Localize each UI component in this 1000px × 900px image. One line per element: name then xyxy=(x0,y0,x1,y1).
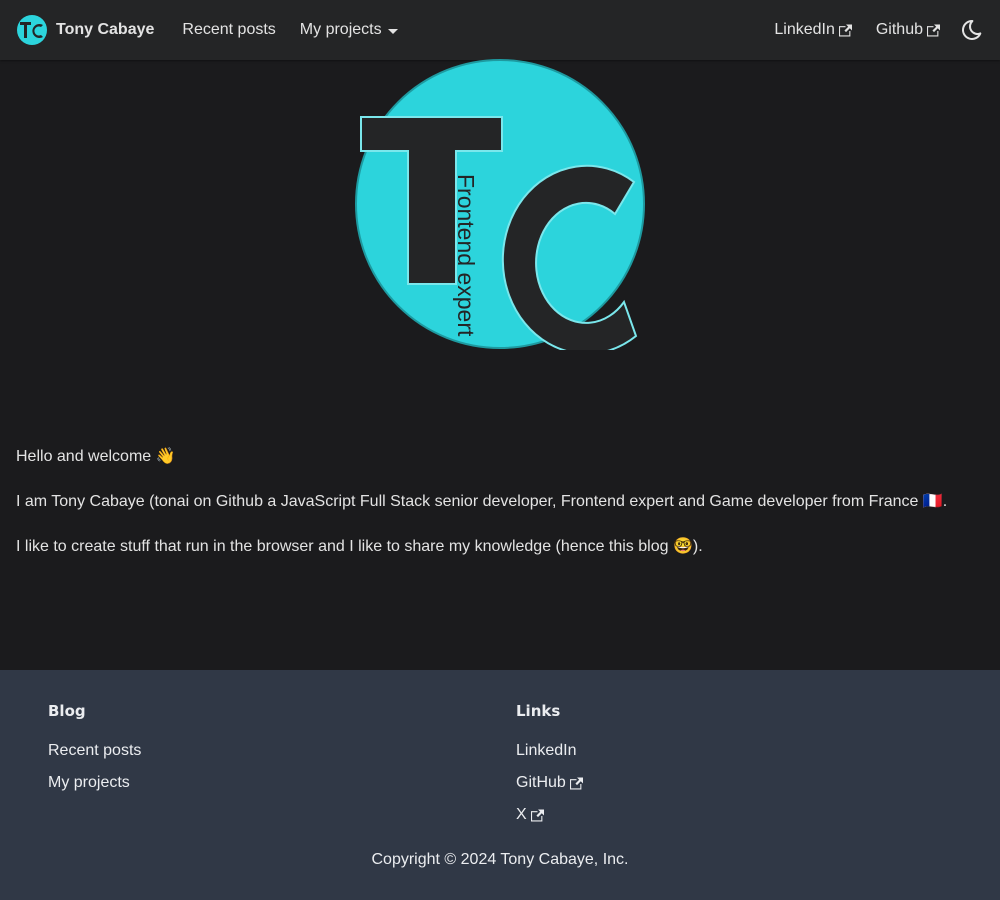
brand-link[interactable]: Tony Cabaye xyxy=(16,14,154,46)
nav-link-recent-posts[interactable]: Recent posts xyxy=(182,21,275,39)
about-paragraph: I like to create stuff that run in the b… xyxy=(16,538,703,555)
external-link-icon xyxy=(530,809,544,822)
navbar-right: LinkedIn Github xyxy=(768,18,984,42)
footer-link-label: LinkedIn xyxy=(516,742,577,759)
footer-title: Blog xyxy=(48,702,86,720)
footer-title: Links xyxy=(516,702,561,720)
caret-down-icon xyxy=(387,28,398,34)
nav-link-linkedin[interactable]: LinkedIn xyxy=(774,21,852,39)
welcome-paragraph: Hello and welcome 👋 xyxy=(16,448,176,465)
external-link-icon xyxy=(569,777,583,790)
footer-link-recent-posts[interactable]: Recent posts xyxy=(48,740,141,762)
footer-link-x[interactable]: X xyxy=(516,804,583,826)
hero-tc-logo: Frontend expert xyxy=(355,59,645,350)
logo-tagline: Frontend expert xyxy=(453,174,479,337)
footer-link-label: Recent posts xyxy=(48,742,142,759)
external-link-icon xyxy=(927,24,940,37)
footer-link-label: X xyxy=(516,806,527,823)
intro-paragraph: I am Tony Cabaye (tonai on Github a Java… xyxy=(16,493,948,510)
brand-title: Tony Cabaye xyxy=(56,21,155,38)
footer-column-links: Links LinkedIn GitHub X xyxy=(516,702,583,836)
external-link-icon xyxy=(838,24,852,37)
nav-dropdown-my-projects[interactable]: My projects xyxy=(300,21,398,39)
moon-icon[interactable] xyxy=(960,18,984,42)
footer-link-github[interactable]: GitHub xyxy=(516,772,583,794)
nav-link-label: Github xyxy=(875,21,923,38)
copyright: Copyright © 2024 Tony Cabaye, Inc. xyxy=(371,851,629,868)
nav-link-github[interactable]: Github xyxy=(876,21,940,39)
footer-link-my-projects[interactable]: My projects xyxy=(48,772,141,794)
main-content: Hello and welcome 👋 I am Tony Cabaye (to… xyxy=(16,446,984,581)
navbar: Tony Cabaye Recent posts My projects Lin… xyxy=(0,0,1000,60)
footer-column-blog: Blog Recent posts My projects xyxy=(48,702,141,804)
nav-link-label: LinkedIn xyxy=(774,21,835,38)
nav-link-label: My projects xyxy=(299,21,382,38)
footer-link-label: GitHub xyxy=(516,774,566,791)
tc-logo-icon xyxy=(17,15,47,45)
nav-link-label: Recent posts xyxy=(182,21,276,38)
footer-link-label: My projects xyxy=(48,774,130,791)
footer-link-linkedin[interactable]: LinkedIn xyxy=(516,740,583,762)
